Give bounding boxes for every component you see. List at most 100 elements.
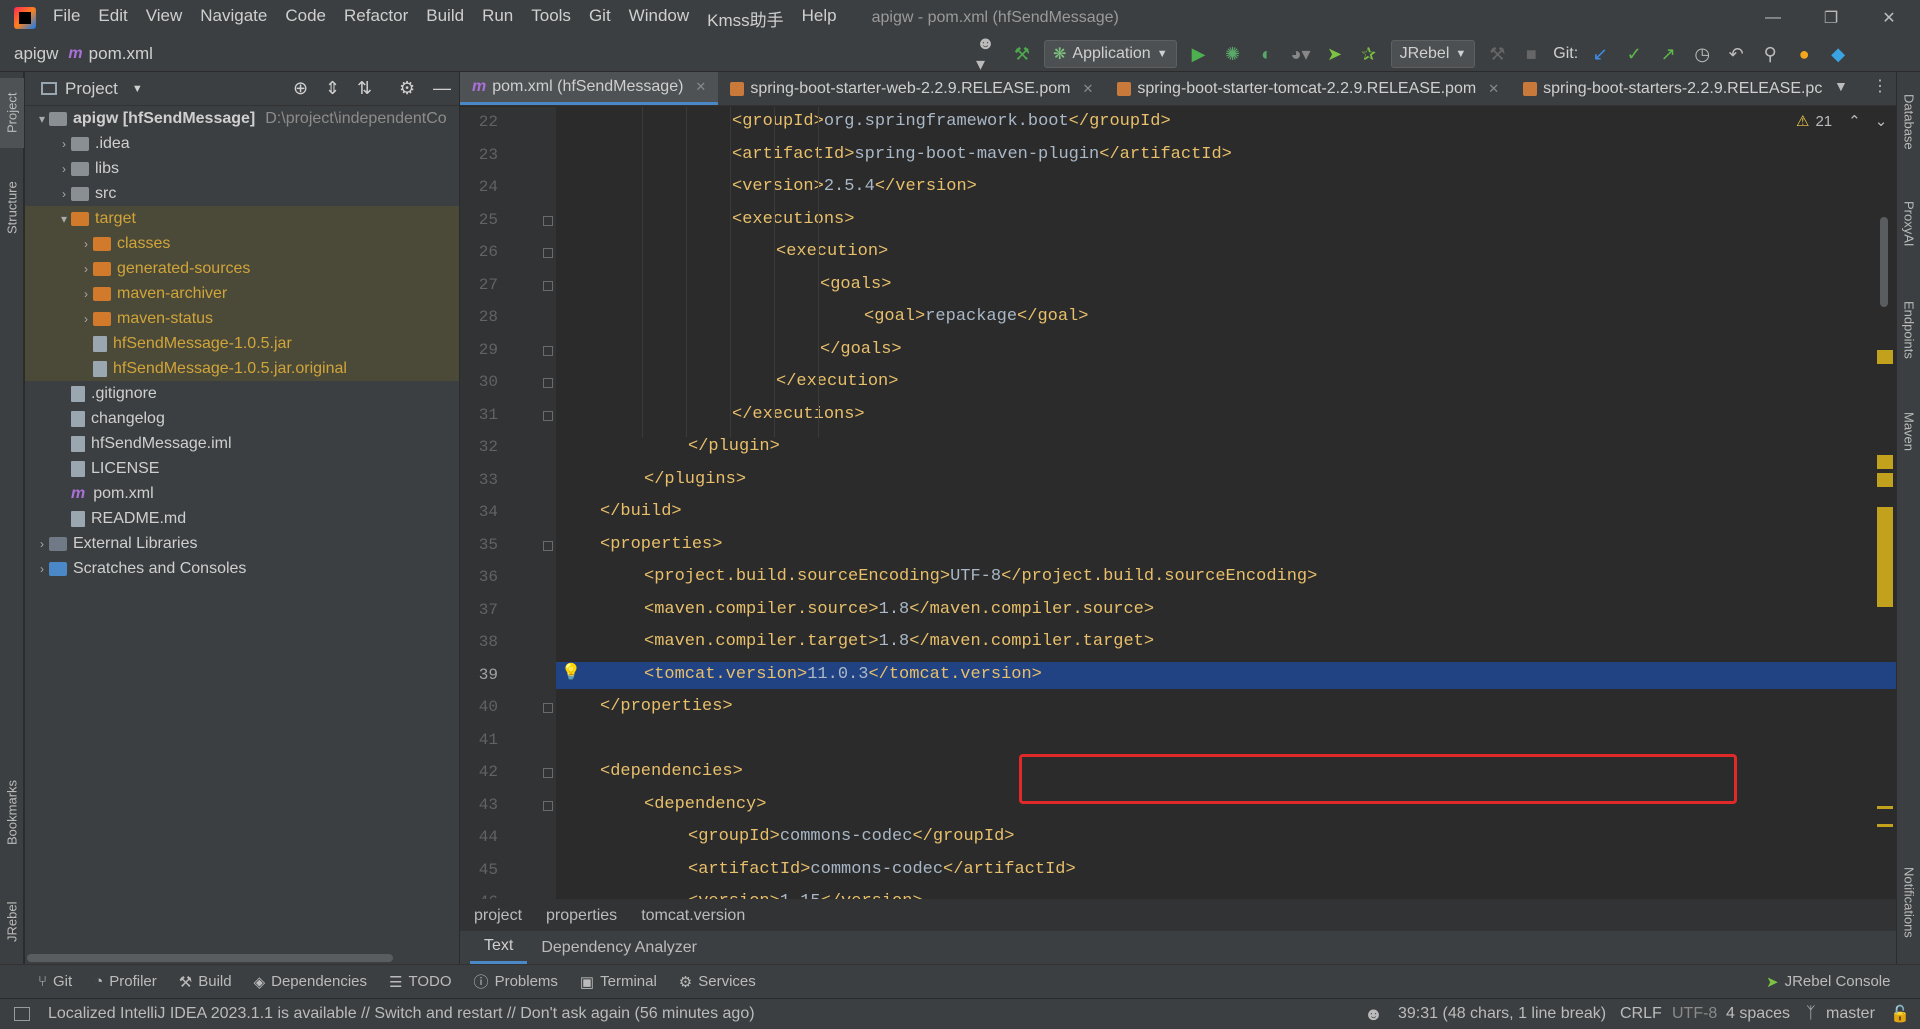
- editor-tab[interactable]: spring-boot-starter-tomcat-2.2.9.RELEASE…: [1105, 72, 1511, 105]
- fold-marker-icon[interactable]: [543, 800, 553, 811]
- editor-mode-tab[interactable]: Dependency Analyzer: [527, 931, 711, 964]
- jrebel-console-button[interactable]: ➤ JRebel Console: [1766, 973, 1890, 991]
- intention-bulb-icon[interactable]: 💡: [561, 662, 581, 681]
- tree-item[interactable]: README.md: [25, 506, 459, 531]
- git-branch[interactable]: master: [1826, 1005, 1875, 1023]
- database-tool-tab[interactable]: Database: [1897, 82, 1920, 162]
- coverage-icon[interactable]: ◐: [1255, 42, 1279, 66]
- tool-window-terminal[interactable]: ▣ Terminal: [580, 971, 657, 992]
- tree-item[interactable]: ▾ target: [25, 206, 459, 231]
- expand-arrow-icon[interactable]: ›: [35, 537, 49, 551]
- expand-arrow-icon[interactable]: ›: [79, 262, 93, 276]
- editor-tab[interactable]: m pom.xml (hfSendMessage) ✕: [460, 72, 719, 105]
- breadcrumb-item[interactable]: properties: [546, 907, 617, 925]
- expand-arrow-icon[interactable]: ›: [79, 287, 93, 301]
- tool-window-profiler[interactable]: ◔ Profiler: [94, 971, 157, 992]
- tree-item[interactable]: › maven-archiver: [25, 281, 459, 306]
- tree-item[interactable]: changelog: [25, 406, 459, 431]
- jrebel-tool-tab[interactable]: JRebel: [0, 887, 24, 957]
- line-separator[interactable]: CRLF: [1620, 1005, 1662, 1023]
- nav-file[interactable]: pom.xml: [89, 44, 153, 64]
- more-icon[interactable]: ⋮: [1872, 76, 1888, 96]
- tool-window-services[interactable]: ⚙ Services: [679, 971, 756, 992]
- tool-window-problems[interactable]: ⓘ Problems: [474, 971, 558, 992]
- tree-item[interactable]: LICENSE: [25, 456, 459, 481]
- editor-tab[interactable]: spring-boot-starter-web-2.2.9.RELEASE.po…: [718, 72, 1105, 105]
- tree-item[interactable]: › .idea: [25, 131, 459, 156]
- tree-item[interactable]: m pom.xml: [25, 481, 459, 506]
- tool-window-todo[interactable]: ☰ TODO: [389, 971, 452, 992]
- close-tab-icon[interactable]: ✕: [1082, 81, 1093, 97]
- gear-icon[interactable]: ⚙: [399, 78, 415, 99]
- notifications-tool-tab[interactable]: Notifications: [1897, 852, 1920, 952]
- tree-item[interactable]: › generated-sources: [25, 256, 459, 281]
- git-update-icon[interactable]: ↙: [1588, 42, 1612, 66]
- structure-tool-tab[interactable]: Structure: [0, 168, 24, 248]
- git-push-icon[interactable]: ↗: [1656, 42, 1680, 66]
- menu-git[interactable]: Git: [589, 6, 611, 31]
- profiler-icon[interactable]: ◕▾: [1289, 42, 1313, 66]
- nav-project[interactable]: apigw: [14, 44, 58, 64]
- code-editor[interactable]: 22 23 24 25 26 27 28 29 30 31 32 33 34 35 36 37 38 39 40 41…: [460, 107, 1896, 899]
- fold-marker-icon[interactable]: [543, 215, 553, 226]
- fold-marker-icon[interactable]: [543, 248, 553, 258]
- layout-icon[interactable]: [14, 1007, 30, 1021]
- breadcrumb-item[interactable]: tomcat.version: [641, 907, 745, 925]
- expand-arrow-icon[interactable]: ›: [35, 562, 49, 576]
- menu-build[interactable]: Build: [426, 6, 464, 31]
- menu-tools[interactable]: Tools: [531, 6, 571, 31]
- search-icon[interactable]: ⚲: [1758, 42, 1782, 66]
- fold-marker-icon[interactable]: [543, 345, 553, 356]
- tree-item[interactable]: › libs: [25, 156, 459, 181]
- run-config-select[interactable]: ❋ Application ▼: [1044, 40, 1177, 68]
- project-tool-tab[interactable]: Project: [0, 78, 24, 148]
- menu-window[interactable]: Window: [629, 6, 689, 31]
- menu-file[interactable]: File: [53, 6, 80, 31]
- tree-item[interactable]: › maven-status: [25, 306, 459, 331]
- tree-root[interactable]: ▾ apigw [hfSendMessage] D:\project\indepen…: [25, 106, 459, 131]
- hide-panel-icon[interactable]: —: [433, 78, 451, 99]
- caret-position[interactable]: 39:31 (48 chars, 1 line break): [1398, 1005, 1606, 1023]
- build-hammer-icon[interactable]: ⚒: [1010, 42, 1034, 66]
- tool-window-git[interactable]: ⑂ Git: [38, 971, 72, 992]
- close-button[interactable]: ✕: [1860, 0, 1918, 36]
- expand-arrow-icon[interactable]: ›: [57, 137, 71, 151]
- expand-arrow-icon[interactable]: ›: [57, 187, 71, 201]
- expand-arrow-icon[interactable]: ›: [57, 162, 71, 176]
- debug-icon[interactable]: ✺: [1221, 42, 1245, 66]
- update-icon[interactable]: ●: [1792, 42, 1816, 66]
- jrebel-run-icon[interactable]: ➤: [1323, 42, 1347, 66]
- tree-item[interactable]: hfSendMessage-1.0.5.jar: [25, 331, 459, 356]
- tree-item[interactable]: hfSendMessage-1.0.5.jar.original: [25, 356, 459, 381]
- tree-item[interactable]: › External Libraries: [25, 531, 459, 556]
- menu-view[interactable]: View: [146, 6, 183, 31]
- collapse-all-icon[interactable]: ⇅: [357, 78, 372, 99]
- fold-marker-icon[interactable]: [543, 378, 553, 388]
- expand-arrow-icon[interactable]: ▾: [57, 212, 71, 226]
- fold-marker-icon[interactable]: [543, 768, 553, 778]
- tree-item[interactable]: › src: [25, 181, 459, 206]
- jrebel-select[interactable]: JRebel ▼: [1390, 40, 1476, 68]
- close-tab-icon[interactable]: ✕: [695, 79, 706, 95]
- rollback-icon[interactable]: ↶: [1724, 42, 1748, 66]
- expand-arrow-icon[interactable]: ▾: [35, 112, 49, 126]
- proxyai-tool-tab[interactable]: ProxyAI: [1897, 184, 1920, 264]
- file-encoding[interactable]: UTF-8: [1672, 1005, 1717, 1023]
- menu-kmss-[interactable]: Kmss助手: [707, 6, 784, 31]
- tree-item[interactable]: .gitignore: [25, 381, 459, 406]
- git-commit-icon[interactable]: ✓: [1622, 42, 1646, 66]
- horizontal-scrollbar[interactable]: [27, 954, 393, 962]
- menu-run[interactable]: Run: [482, 6, 513, 31]
- inspection-widget[interactable]: ⚠ 21 ⌃ ⌄: [1796, 112, 1887, 131]
- user-icon[interactable]: ☻▾: [976, 33, 1000, 74]
- run-icon[interactable]: ▶: [1187, 42, 1211, 66]
- status-message[interactable]: Localized IntelliJ IDEA 2023.1.1 is avai…: [48, 1005, 755, 1023]
- minimize-button[interactable]: —: [1744, 0, 1802, 36]
- menu-edit[interactable]: Edit: [98, 6, 127, 31]
- fold-marker-icon[interactable]: [543, 410, 553, 421]
- fold-marker-icon[interactable]: [543, 280, 553, 291]
- menu-help[interactable]: Help: [802, 6, 837, 31]
- menu-code[interactable]: Code: [285, 6, 326, 31]
- history-icon[interactable]: ◷: [1690, 42, 1714, 66]
- indent-setting[interactable]: 4 spaces: [1726, 1005, 1790, 1023]
